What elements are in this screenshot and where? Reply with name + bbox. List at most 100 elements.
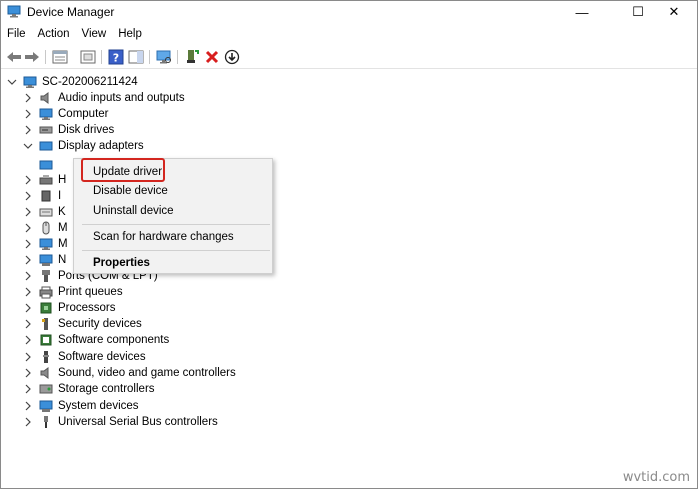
add-driver-icon[interactable] xyxy=(183,48,201,66)
tree-item[interactable]: K xyxy=(23,204,66,220)
tree-item[interactable]: Software devices xyxy=(23,349,146,365)
chevron-right-icon[interactable] xyxy=(23,287,33,297)
network-icon xyxy=(39,253,53,267)
hid-icon xyxy=(39,173,53,187)
chevron-right-icon[interactable] xyxy=(23,271,33,281)
tree-item[interactable]: Disk drives xyxy=(23,122,114,138)
uninstall-x-icon[interactable] xyxy=(203,48,221,66)
chevron-right-icon[interactable] xyxy=(23,191,33,201)
download-icon[interactable] xyxy=(223,48,241,66)
tree-item-label: Universal Serial Bus controllers xyxy=(58,416,218,428)
tree-item[interactable]: Display adapters xyxy=(23,138,144,154)
display-adapter-icon xyxy=(39,158,53,172)
tree-root[interactable]: SC-202006211424 xyxy=(7,74,138,90)
chevron-right-icon[interactable] xyxy=(23,93,33,103)
device-manager-window: Device Manager — ☐ ✕ File Action View He… xyxy=(0,0,698,489)
tree-item-label: N xyxy=(58,254,67,266)
chevron-right-icon[interactable] xyxy=(23,303,33,313)
menu-view[interactable]: View xyxy=(76,26,113,44)
menu-action[interactable]: Action xyxy=(32,26,76,44)
tree-item[interactable]: Processors xyxy=(23,300,116,316)
disk-icon xyxy=(39,123,53,137)
chevron-down-icon[interactable] xyxy=(23,141,33,151)
tree-item-label: Software components xyxy=(58,334,170,346)
chevron-right-icon[interactable] xyxy=(23,384,33,394)
chevron-down-icon[interactable] xyxy=(7,77,17,87)
display-adapter-child[interactable] xyxy=(39,157,58,173)
tree-item[interactable]: Security devices xyxy=(23,316,142,332)
toolbar-separator xyxy=(177,50,178,64)
menu-separator xyxy=(82,224,270,225)
tree-view-icon[interactable] xyxy=(79,48,97,66)
chevron-right-icon[interactable] xyxy=(23,239,33,249)
tree-item-label: Display adapters xyxy=(58,140,144,152)
tree-item-label: System devices xyxy=(58,400,139,412)
tree-item[interactable]: I xyxy=(23,188,61,204)
sound-icon xyxy=(39,366,53,380)
ide-icon xyxy=(39,189,53,203)
tree-item-label: Sound, video and game controllers xyxy=(58,367,236,379)
speaker-icon xyxy=(39,91,53,105)
tree-item[interactable]: Software components xyxy=(23,332,169,348)
tree-item[interactable]: Print queues xyxy=(23,284,123,300)
tree-item-label: Security devices xyxy=(58,318,142,330)
tree-item[interactable]: Storage controllers xyxy=(23,381,155,397)
menu-separator xyxy=(82,250,270,251)
toolbar-separator xyxy=(101,50,102,64)
tree-item[interactable]: Sound, video and game controllers xyxy=(23,365,236,381)
svg-text:?: ? xyxy=(113,52,119,65)
tree-item[interactable]: Universal Serial Bus controllers xyxy=(23,414,218,430)
system-icon xyxy=(39,399,53,413)
chevron-right-icon[interactable] xyxy=(23,417,33,427)
scan-monitor-icon[interactable] xyxy=(155,48,173,66)
tree-item-label: I xyxy=(58,190,62,202)
toolbar-separator xyxy=(149,50,150,64)
processor-icon xyxy=(39,301,53,315)
chevron-right-icon[interactable] xyxy=(23,319,33,329)
software-component-icon xyxy=(39,333,53,347)
mouse-icon xyxy=(39,221,53,235)
chevron-right-icon[interactable] xyxy=(23,255,33,265)
menu-file[interactable]: File xyxy=(1,26,32,44)
chevron-right-icon[interactable] xyxy=(23,207,33,217)
forward-icon[interactable] xyxy=(23,48,41,66)
tree-item-label: Disk drives xyxy=(58,124,115,136)
chevron-right-icon[interactable] xyxy=(23,109,33,119)
minimize-button[interactable]: — xyxy=(559,1,605,23)
menu-bar: File Action View Help xyxy=(1,26,148,44)
usb-icon xyxy=(39,415,53,429)
tree-item[interactable]: H xyxy=(23,172,66,188)
tree-item[interactable]: M xyxy=(23,236,68,252)
action-pane-icon[interactable] xyxy=(127,48,145,66)
help-icon[interactable]: ? xyxy=(107,48,125,66)
tree-item[interactable]: System devices xyxy=(23,398,139,414)
tree-item[interactable]: Audio inputs and outputs xyxy=(23,90,185,106)
tree-item-label: Processors xyxy=(58,302,116,314)
menu-help[interactable]: Help xyxy=(112,26,148,44)
tree-item[interactable]: N xyxy=(23,252,66,268)
title-bar: Device Manager — ☐ ✕ xyxy=(1,1,697,23)
port-icon xyxy=(39,269,53,283)
scan-hardware-menu-item[interactable]: Scan for hardware changes xyxy=(74,227,272,247)
chevron-right-icon[interactable] xyxy=(23,335,33,345)
update-driver-highlight-box xyxy=(81,158,165,182)
properties-menu-item[interactable]: Properties xyxy=(74,253,272,273)
tree-item-label: M xyxy=(58,238,68,250)
tree-item-label: M xyxy=(58,222,68,234)
chevron-right-icon[interactable] xyxy=(23,368,33,378)
tree-item[interactable]: M xyxy=(23,220,68,236)
chevron-right-icon[interactable] xyxy=(23,223,33,233)
security-key-icon xyxy=(39,317,53,331)
chevron-right-icon[interactable] xyxy=(23,352,33,362)
chevron-right-icon[interactable] xyxy=(23,125,33,135)
tree-item-label: Computer xyxy=(58,108,109,120)
properties-pane-icon[interactable] xyxy=(51,48,69,66)
back-icon[interactable] xyxy=(5,48,23,66)
uninstall-device-menu-item[interactable]: Uninstall device xyxy=(74,201,272,221)
disable-device-menu-item[interactable]: Disable device xyxy=(74,181,272,201)
chevron-right-icon[interactable] xyxy=(23,175,33,185)
close-button[interactable]: ✕ xyxy=(651,1,697,23)
monitor-icon xyxy=(39,237,53,251)
tree-item[interactable]: Computer xyxy=(23,106,109,122)
chevron-right-icon[interactable] xyxy=(23,401,33,411)
